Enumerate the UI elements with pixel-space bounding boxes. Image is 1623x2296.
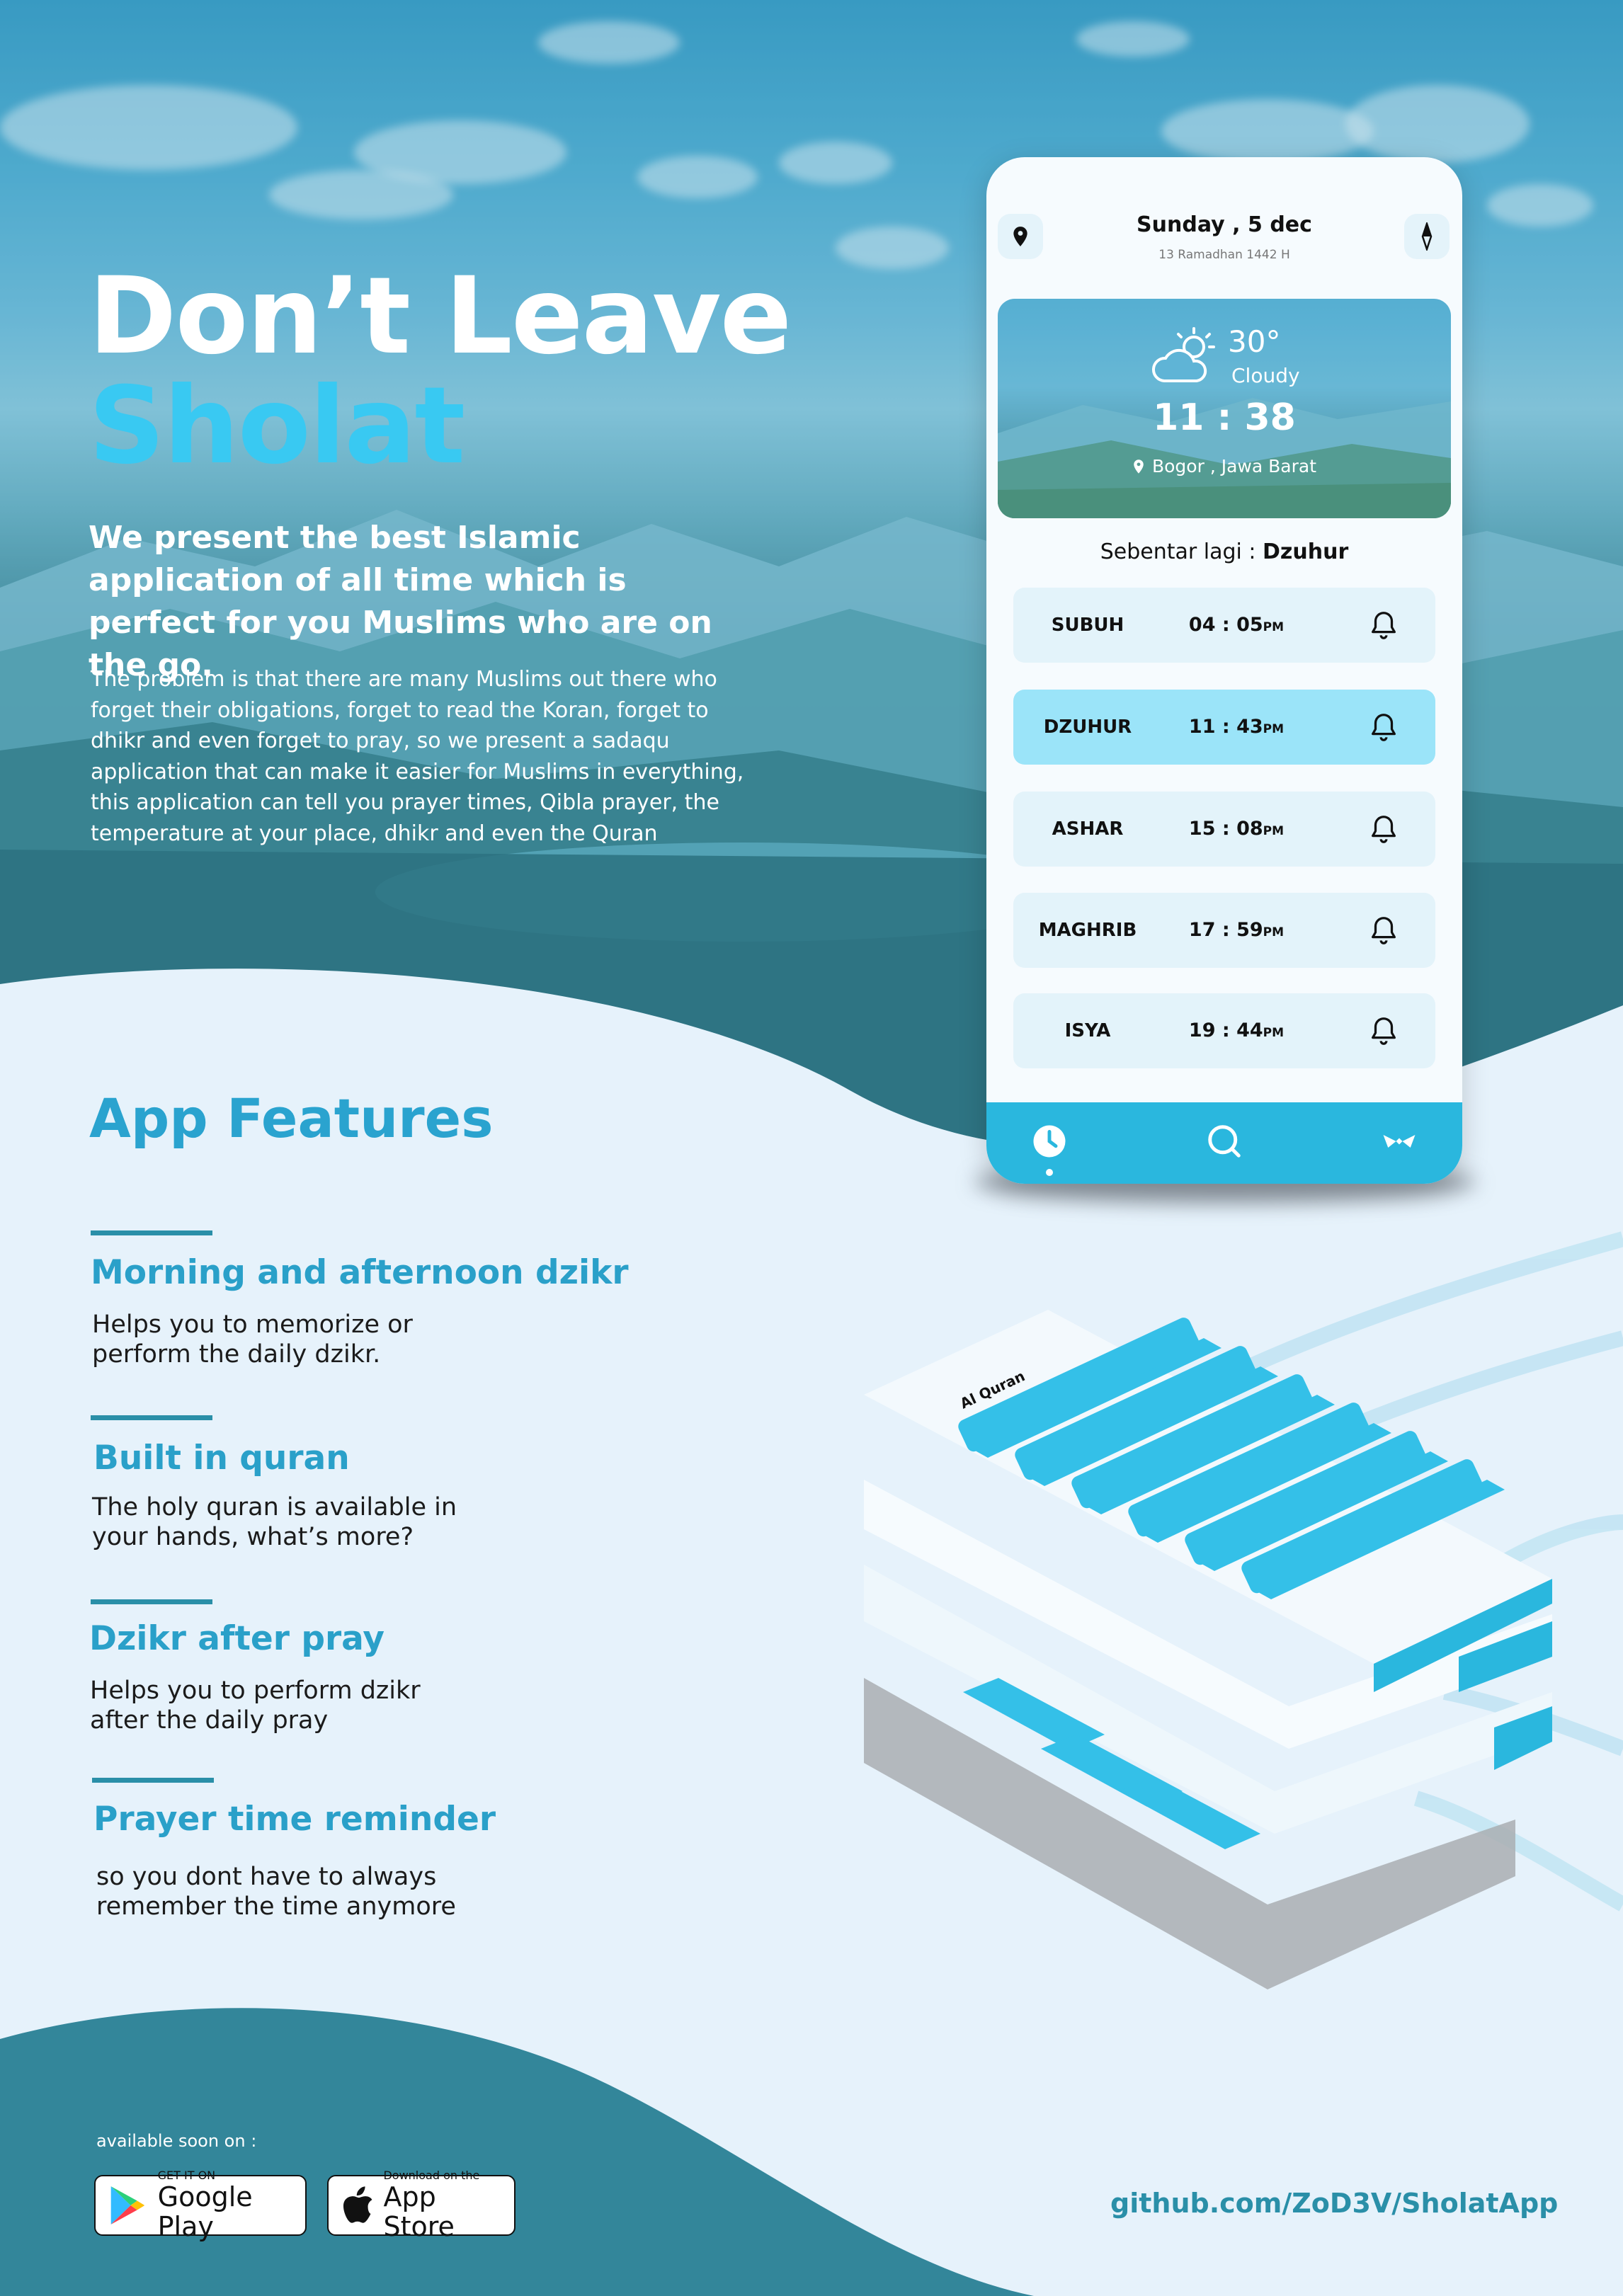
prayer-name: DZUHUR bbox=[1043, 716, 1132, 738]
search-icon[interactable] bbox=[1205, 1122, 1243, 1160]
google-play-small-text: GET IT ON bbox=[157, 2169, 216, 2182]
hero-description: The problem is that there are many Musli… bbox=[91, 667, 744, 846]
feature-desc-dzikr: Helps you to memorize or perform the dai… bbox=[92, 1310, 413, 1369]
feature-divider bbox=[91, 1415, 212, 1420]
location-label: Bogor , Jawa Barat bbox=[998, 456, 1451, 476]
phone-mockup: Sunday , 5 dec 13 Ramadhan 1442 H 30° Cl… bbox=[986, 157, 1462, 1184]
feature-title-reminder: Prayer time reminder bbox=[93, 1800, 496, 1839]
prayer-time: 15 : 08PM bbox=[1188, 818, 1285, 840]
feature-divider bbox=[91, 1599, 212, 1604]
active-tab-indicator bbox=[1046, 1169, 1053, 1176]
feature-title-quran: Built in quran bbox=[93, 1439, 350, 1478]
feature-desc-dzikr-after-pray: Helps you to perform dzikr after the dai… bbox=[90, 1677, 421, 1735]
headline-line-1: Don’t Leave bbox=[89, 255, 792, 378]
date-label: Sunday , 5 dec bbox=[1137, 212, 1312, 237]
prayer-name: SUBUH bbox=[1051, 615, 1124, 636]
hero-subheading: We present the best Islamic application … bbox=[89, 520, 712, 683]
hero-headline: Don’t Leave Sholat bbox=[89, 262, 792, 488]
feature-desc-reminder: so you dont have to always remember the … bbox=[96, 1863, 456, 1921]
prayer-time: 11 : 43PM bbox=[1188, 716, 1285, 738]
praying-hands-icon[interactable] bbox=[1380, 1122, 1418, 1160]
prayer-name: ISYA bbox=[1064, 1020, 1111, 1041]
prayer-time: 19 : 44PM bbox=[1188, 1020, 1285, 1041]
available-label: available soon on : bbox=[96, 2131, 257, 2151]
compass-button[interactable] bbox=[1404, 214, 1450, 259]
current-time: 11 : 38 bbox=[1153, 396, 1296, 439]
bell-icon[interactable] bbox=[1367, 711, 1400, 743]
google-play-big-text: Google Play bbox=[157, 2181, 253, 2242]
bell-icon[interactable] bbox=[1367, 609, 1400, 641]
headline-line-2: Sholat bbox=[89, 365, 465, 488]
next-prayer-name: Dzuhur bbox=[1263, 539, 1349, 564]
stacked-phone-mockups: Al Quran bbox=[864, 1231, 1623, 1989]
weather-card: 30° Cloudy 11 : 38 Bogor , Jawa Barat bbox=[998, 299, 1451, 518]
github-link[interactable]: github.com/ZoD3V/SholatApp bbox=[1110, 2188, 1558, 2219]
bottom-navigation bbox=[986, 1102, 1462, 1184]
location-text: Bogor , Jawa Barat bbox=[1151, 456, 1316, 476]
bell-icon[interactable] bbox=[1367, 813, 1400, 845]
compass-icon bbox=[1421, 222, 1433, 251]
prayer-name: ASHAR bbox=[1052, 818, 1124, 840]
feature-title-dzikr: Morning and afternoon dzikr bbox=[91, 1253, 629, 1292]
next-prayer-banner: Sebentar lagi : Dzuhur bbox=[986, 539, 1462, 564]
prayer-time: 17 : 59PM bbox=[1188, 919, 1285, 941]
google-play-icon bbox=[110, 2186, 144, 2224]
app-store-small-text: Download on the bbox=[383, 2169, 480, 2182]
temperature-value: 30° bbox=[1228, 324, 1281, 359]
hijri-date-label: 13 Ramadhan 1442 H bbox=[1158, 248, 1290, 262]
bell-icon[interactable] bbox=[1367, 1015, 1400, 1047]
feature-title-dzikr-after-pray: Dzikr after pray bbox=[89, 1619, 385, 1658]
clock-icon[interactable] bbox=[1030, 1122, 1069, 1160]
prayer-row-isya[interactable]: ISYA 19 : 44PM bbox=[1013, 993, 1435, 1068]
prayer-row-dzuhur[interactable]: DZUHUR 11 : 43PM bbox=[1013, 690, 1435, 765]
next-prayer-label: Sebentar lagi : bbox=[1100, 539, 1263, 564]
location-pin-icon bbox=[1134, 459, 1144, 474]
feature-divider bbox=[91, 1230, 212, 1235]
feature-desc-quran: The holy quran is available in your hand… bbox=[92, 1493, 457, 1551]
weather-condition: Cloudy bbox=[1231, 364, 1300, 387]
prayer-row-subuh[interactable]: SUBUH 04 : 05PM bbox=[1013, 588, 1435, 663]
feature-divider bbox=[92, 1778, 214, 1783]
apple-icon bbox=[343, 2186, 372, 2223]
prayer-row-ashar[interactable]: ASHAR 15 : 08PM bbox=[1013, 792, 1435, 867]
features-heading: App Features bbox=[89, 1087, 494, 1150]
prayer-row-maghrib[interactable]: MAGHRIB 17 : 59PM bbox=[1013, 893, 1435, 968]
bell-icon[interactable] bbox=[1367, 914, 1400, 947]
app-store-button[interactable]: Download on the App Store bbox=[327, 2169, 516, 2241]
app-store-big-text: App Store bbox=[383, 2181, 455, 2242]
prayer-name: MAGHRIB bbox=[1038, 920, 1137, 941]
google-play-button[interactable]: GET IT ON Google Play bbox=[94, 2169, 307, 2241]
prayer-time: 04 : 05PM bbox=[1188, 614, 1285, 636]
cloudy-weather-icon bbox=[1152, 327, 1215, 382]
